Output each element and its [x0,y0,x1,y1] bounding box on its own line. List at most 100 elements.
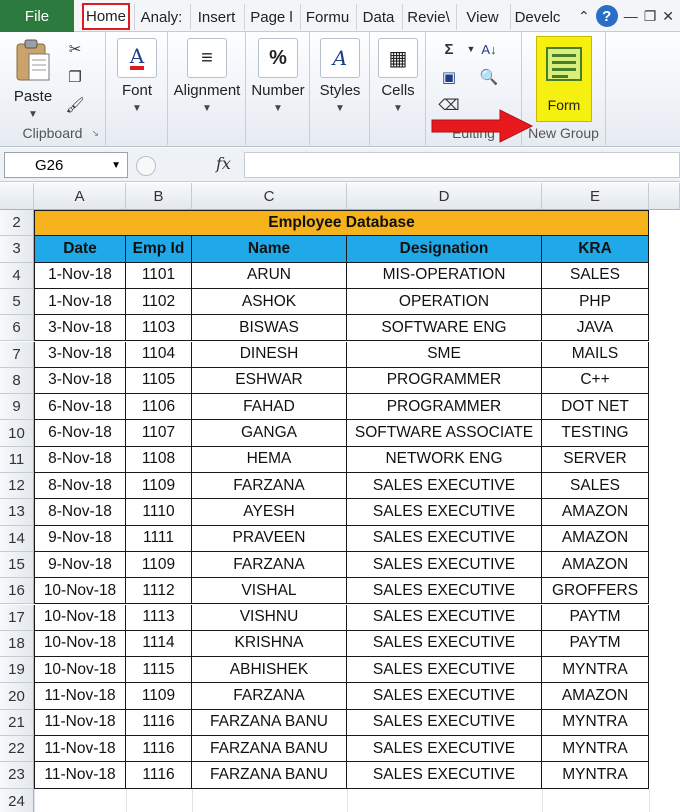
data-cell-e[interactable]: MYNTRA [542,736,649,763]
row-header-10[interactable]: 10 [0,420,34,447]
row-header-23[interactable]: 23 [0,762,34,789]
data-cell-b[interactable]: 1104 [126,341,192,368]
data-cell-d[interactable]: SALES EXECUTIVE [347,473,542,500]
data-cell-d[interactable]: SALES EXECUTIVE [347,709,542,736]
data-cell-c[interactable]: VISHNU [192,604,347,631]
header-cell-a[interactable]: Date [34,236,126,263]
data-cell-e[interactable]: JAVA [542,315,649,342]
data-cell-c[interactable]: ESHWAR [192,367,347,395]
data-cell-b[interactable]: 1116 [126,762,192,789]
column-header-c[interactable]: C [192,183,347,210]
form-button[interactable]: Form [536,36,592,122]
data-cell-c[interactable]: FARZANA [192,683,347,710]
help-icon[interactable]: ? [595,5,618,27]
data-cell-b[interactable]: 1112 [126,578,192,605]
data-cell-e[interactable]: PAYTM [542,604,649,631]
data-cell-a[interactable]: 8-Nov-18 [34,499,126,526]
data-cell-e[interactable]: SALES [542,262,649,289]
data-cell-b[interactable]: 1107 [126,420,192,447]
data-cell-d[interactable]: SALES EXECUTIVE [347,499,542,526]
autosum-icon[interactable]: Σ [438,38,460,60]
restore-icon[interactable]: ❐ [644,8,657,25]
formula-input[interactable] [244,152,680,178]
data-cell-e[interactable]: PHP [542,288,649,316]
data-cell-b[interactable]: 1116 [126,709,192,736]
column-header-b[interactable]: B [126,183,192,210]
data-cell-e[interactable]: DOT NET [542,394,649,421]
data-cell-a[interactable]: 10-Nov-18 [34,657,126,684]
tab-view[interactable]: View [456,4,508,30]
tab-analyze[interactable]: Analy: [134,4,188,30]
row-header-19[interactable]: 19 [0,657,34,684]
row-header-24[interactable]: 24 [0,788,34,812]
data-cell-c[interactable]: FARZANA BANU [192,736,347,763]
font-button[interactable]: A Font ▼ [116,38,158,114]
minimize-icon[interactable]: — [624,8,638,24]
name-box[interactable]: G26 ▼ [4,152,128,178]
name-box-dropdown-icon[interactable]: ▼ [111,160,121,171]
data-cell-d[interactable]: SALES EXECUTIVE [347,762,542,789]
data-cell-d[interactable]: SME [347,341,542,368]
data-cell-c[interactable]: FARZANA BANU [192,709,347,736]
row-header-4[interactable]: 4 [0,262,34,289]
data-cell-e[interactable]: SALES [542,473,649,500]
data-cell-e[interactable]: AMAZON [542,499,649,526]
number-button[interactable]: % Number ▼ [250,38,306,114]
row-header-12[interactable]: 12 [0,473,34,500]
data-cell-d[interactable]: SOFTWARE ENG [347,315,542,342]
data-cell-b[interactable]: 1113 [126,604,192,631]
cells-button[interactable]: ▦ Cells ▼ [376,38,420,114]
alignment-button[interactable]: ≡ Alignment ▼ [170,38,244,114]
row-header-15[interactable]: 15 [0,551,34,579]
column-header-d[interactable]: D [347,183,542,210]
data-cell-c[interactable]: ASHOK [192,288,347,316]
data-cell-a[interactable]: 9-Nov-18 [34,551,126,579]
collapse-ribbon-icon[interactable]: ⌃ [578,8,590,25]
column-header-f[interactable] [649,183,680,210]
data-cell-a[interactable]: 3-Nov-18 [34,367,126,395]
header-cell-b[interactable]: Emp Id [126,236,192,263]
data-cell-c[interactable]: VISHAL [192,578,347,605]
fill-icon[interactable]: ▣ [438,66,460,88]
data-cell-a[interactable]: 10-Nov-18 [34,604,126,631]
row-header-21[interactable]: 21 [0,709,34,736]
data-cell-e[interactable]: C++ [542,367,649,395]
data-cell-d[interactable]: SALES EXECUTIVE [347,551,542,579]
row-header-17[interactable]: 17 [0,604,34,631]
data-cell-c[interactable]: ABHISHEK [192,657,347,684]
select-all-corner[interactable] [0,183,34,210]
data-cell-e[interactable]: MYNTRA [542,709,649,736]
data-cell-c[interactable]: AYESH [192,499,347,526]
data-cell-a[interactable]: 8-Nov-18 [34,446,126,473]
data-cell-b[interactable]: 1105 [126,367,192,395]
row-header-5[interactable]: 5 [0,288,34,316]
data-cell-d[interactable]: SALES EXECUTIVE [347,525,542,552]
column-header-a[interactable]: A [34,183,126,210]
close-icon[interactable]: ✕ [662,8,674,25]
paste-button[interactable]: Paste ▼ [8,38,58,120]
copy-icon[interactable]: ❐ [64,66,86,88]
tab-home[interactable]: Home [82,3,130,30]
data-cell-a[interactable]: 1-Nov-18 [34,262,126,289]
data-cell-d[interactable]: SALES EXECUTIVE [347,604,542,631]
data-cell-b[interactable]: 1109 [126,551,192,579]
row-header-7[interactable]: 7 [0,341,34,368]
data-cell-a[interactable]: 10-Nov-18 [34,578,126,605]
data-cell-e[interactable]: MYNTRA [542,762,649,789]
data-cell-c[interactable]: KRISHNA [192,630,347,658]
file-tab[interactable]: File [0,0,74,32]
data-cell-d[interactable]: PROGRAMMER [347,394,542,421]
data-cell-c[interactable]: FAHAD [192,394,347,421]
data-cell-c[interactable]: HEMA [192,446,347,473]
row-header-11[interactable]: 11 [0,446,34,473]
data-cell-b[interactable]: 1108 [126,446,192,473]
data-cell-d[interactable]: SALES EXECUTIVE [347,630,542,658]
styles-button[interactable]: A Styles ▼ [318,38,362,114]
data-cell-d[interactable]: OPERATION [347,288,542,316]
row-header-16[interactable]: 16 [0,578,34,605]
tab-data[interactable]: Data [356,4,400,30]
sort-filter-icon[interactable]: A↓ [478,38,500,60]
row-header-3[interactable]: 3 [0,236,34,263]
tab-formulas[interactable]: Formu [300,4,354,30]
data-cell-c[interactable]: FARZANA [192,473,347,500]
